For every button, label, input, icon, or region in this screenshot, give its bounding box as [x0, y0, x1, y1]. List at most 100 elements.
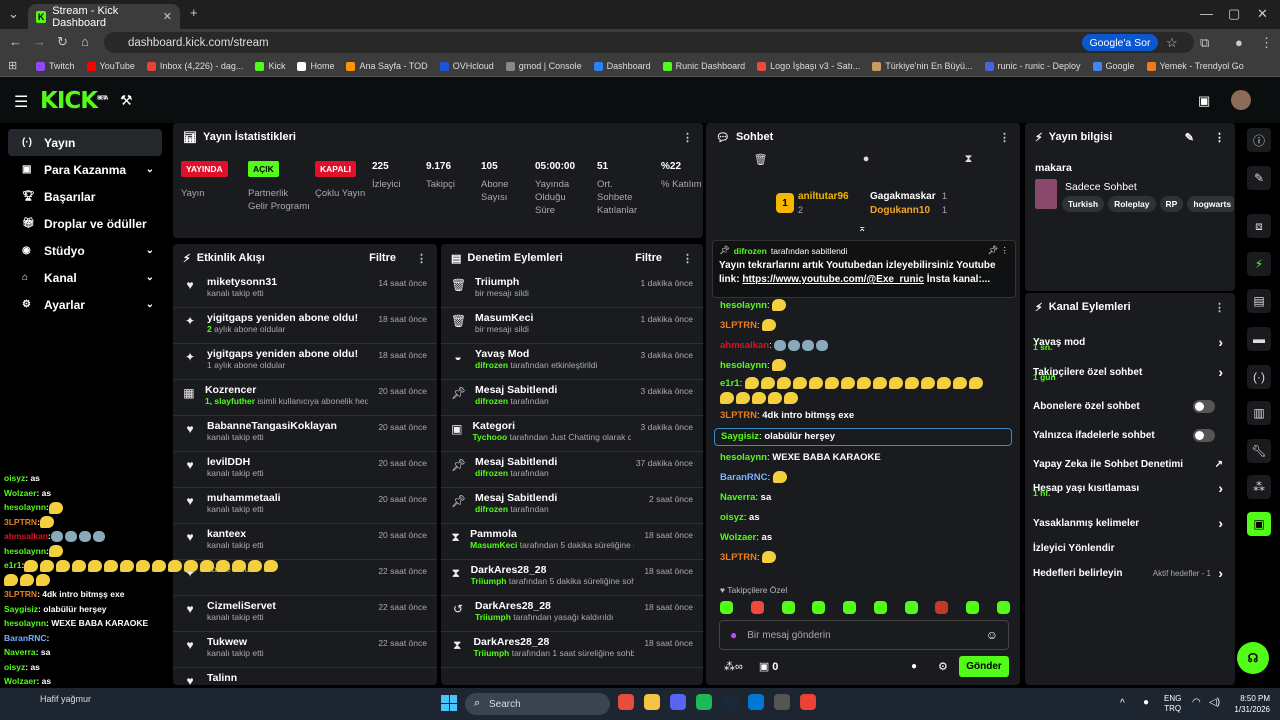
info-icon[interactable]: ⓘ — [1238, 128, 1280, 152]
chat-username[interactable]: Wolzaer — [720, 532, 756, 543]
stream-tag[interactable]: hogwarts — [1187, 196, 1234, 212]
apps-grid-icon[interactable]: ⊞ — [8, 59, 17, 72]
bookmark-item[interactable]: Logo İşbaşı v3 - Satı... — [757, 61, 860, 71]
chat-settings-bubble-icon[interactable]: ● — [911, 661, 917, 672]
channel-action-item[interactable]: Yalnızca ifadelerle sohbet — [1033, 422, 1227, 448]
activity-menu-icon[interactable]: ⋮ — [416, 252, 427, 265]
leader-name[interactable]: aniltutar96 — [798, 191, 849, 202]
wifi-icon[interactable]: ◠ — [1192, 697, 1201, 708]
kick-logo[interactable]: KICKBETA — [40, 88, 108, 114]
channel-action-item[interactable]: Hedefleri belirleyin Aktif hedefler - 1 › — [1033, 560, 1227, 586]
emoji-icon[interactable]: ☺ — [986, 628, 998, 642]
moderation-filter-button[interactable]: Filtre — [635, 252, 662, 264]
chat-icon[interactable]: ▬ — [1238, 327, 1280, 351]
language-indicator[interactable]: ENG TRQ — [1164, 694, 1181, 714]
list-item[interactable]: ↺ DarkAres28_28 Triiumph tarafından yasağı… — [441, 596, 703, 632]
rewards-icon[interactable]: ⁂∞ — [724, 660, 743, 673]
layers-icon[interactable]: ▥ — [1238, 401, 1280, 425]
list-item[interactable]: 📌︎ Mesaj Sabitlendi difrozen tarafından 2 s… — [441, 488, 703, 524]
tray-mic-icon[interactable]: ● — [1143, 697, 1149, 708]
chat-message[interactable]: e1r1: — [706, 376, 1020, 406]
chat-message[interactable]: Naverra: sa — [706, 488, 1020, 508]
channel-action-item[interactable]: Yapay Zeka ile Sohbet Denetimi ↗ — [1033, 451, 1227, 477]
channel-actions-menu-icon[interactable]: ⋮ — [1214, 301, 1225, 314]
creator-tools-icon[interactable]: ▣ — [1198, 93, 1210, 109]
chat-username[interactable]: oisyz — [720, 512, 744, 523]
channel-action-item[interactable]: Abonelere özel sohbet — [1033, 393, 1227, 419]
leader-name[interactable]: Gagakmaskar — [870, 191, 936, 202]
chat-username[interactable]: 3LPTRN — [720, 552, 757, 563]
chat-menu-icon[interactable]: ⋮ — [999, 131, 1010, 144]
channel-action-item[interactable]: Takipçilere özel sohbet 1 gün › — [1033, 359, 1227, 385]
sidebar-item-yayın[interactable]: (·) Yayın — [8, 129, 162, 156]
dots-cluster-icon[interactable]: ⁂ — [1238, 475, 1280, 499]
channel-action-item[interactable]: Yavaş mod 1 sn. › — [1033, 329, 1227, 355]
reload-icon[interactable]: ↻ — [57, 34, 68, 50]
category-name[interactable]: Sadece Sohbet — [1065, 181, 1137, 193]
chat-trash-icon[interactable]: 🗑︎ — [754, 153, 768, 177]
emote-icon[interactable] — [843, 601, 857, 614]
chat-username[interactable]: BaranRNC — [720, 472, 768, 483]
crop-icon[interactable]: ⧈ — [1238, 214, 1280, 238]
bookmark-item[interactable]: Runic Dashboard — [662, 61, 745, 71]
google-ask-button[interactable]: Google'a Sor — [1082, 34, 1158, 51]
emote-icon[interactable] — [812, 601, 826, 614]
list-item[interactable]: ♥ BabanneTangasiKoklayan kanalı takip etti… — [173, 416, 437, 452]
taskbar-app-icon[interactable] — [722, 694, 738, 710]
stats-menu-icon[interactable]: ⋮ — [682, 131, 693, 144]
clock[interactable]: 8:50 PM 1/31/2026 — [1226, 693, 1270, 715]
leaderboard-collapse-icon[interactable]: ⌅ — [858, 223, 866, 234]
avatar[interactable] — [1231, 90, 1251, 110]
bookmark-item[interactable]: OVHcloud — [439, 61, 494, 71]
chat-username[interactable]: hesolaynn — [720, 360, 767, 371]
list-item[interactable]: 🗑︎ MasumKeci bir mesajı sildi 1 dakika önce — [441, 308, 703, 344]
stream-tag[interactable]: Roleplay — [1108, 196, 1156, 212]
list-item[interactable]: ⧗ DarkAres28_28 Triiumph tarafından 1 saat… — [441, 632, 703, 668]
edit-pencil-icon[interactable]: ✎ — [1185, 131, 1194, 144]
bookmark-item[interactable]: Home — [297, 61, 334, 71]
window-close-icon[interactable]: ✕ — [1257, 6, 1268, 22]
chat-message[interactable]: hesolaynn: — [706, 356, 1020, 376]
chat-input[interactable]: ● Bir mesaj gönderin ☺ — [719, 620, 1009, 650]
bookmark-item[interactable]: Inbox (4,226) - dag... — [146, 61, 243, 71]
taskbar-app-icon[interactable] — [696, 694, 712, 710]
extensions-icon[interactable]: ⧉ — [1200, 35, 1209, 51]
sidebar-item-para-kazanma[interactable]: ▣ Para Kazanma ⌄ — [8, 156, 162, 183]
broadcast-icon[interactable]: (·) — [1238, 365, 1280, 389]
chat-gear-icon[interactable]: ⚙ — [938, 660, 948, 673]
browser-menu-icon[interactable]: ⋮ — [1260, 35, 1273, 51]
home-icon[interactable]: ⌂ — [81, 34, 89, 49]
clipboard-icon[interactable]: ▤ — [1238, 289, 1280, 313]
chat-username[interactable]: ahmsalkan — [720, 340, 769, 351]
green-app-icon[interactable]: ▣ — [1238, 512, 1280, 536]
emote-icon[interactable] — [966, 601, 980, 614]
sidebar-item-droplar-ve-ödüller[interactable]: 🎁︎ Droplar ve ödüller — [8, 210, 162, 237]
taskbar-app-icon[interactable] — [774, 694, 790, 710]
minimize-icon[interactable]: — — [1200, 6, 1213, 21]
profile-icon[interactable]: ● — [1235, 35, 1243, 50]
bookmark-item[interactable]: YouTube — [86, 61, 135, 71]
weather-widget[interactable]: Hafif yağmur — [40, 694, 91, 704]
list-item[interactable]: 📌︎ Mesaj Sabitlendi difrozen tarafından 3 d… — [441, 380, 703, 416]
stream-tag[interactable]: RP — [1159, 196, 1184, 212]
tray-chevron-icon[interactable]: ^ — [1120, 698, 1125, 709]
sidebar-item-ayarlar[interactable]: ⚙ Ayarlar ⌄ — [8, 291, 162, 318]
chat-message[interactable]: 3LPTRN: 4dk intro bitmşş exe — [706, 406, 1020, 426]
maximize-icon[interactable]: ▢ — [1228, 6, 1240, 22]
support-headset-icon[interactable]: ☊ — [1237, 642, 1269, 674]
list-item[interactable]: ✦ yigitgaps yeniden abone oldu! 2 aylık ab… — [173, 308, 437, 344]
taskbar-app-icon[interactable] — [800, 694, 816, 710]
chat-username[interactable]: 3LPTRN — [720, 320, 757, 331]
sidebar-item-stüdyo[interactable]: ◉ Stüdyo ⌄ — [8, 237, 162, 264]
chat-message[interactable]: ahmsalkan: — [706, 336, 1020, 356]
list-item[interactable]: ⧗ DarkAres28_28 Triiumph tarafından 5 daki… — [441, 560, 703, 596]
pencil-icon[interactable]: ✎ — [1238, 166, 1280, 190]
chat-username[interactable]: e1r1 — [720, 378, 740, 389]
channel-action-item[interactable]: Hesap yaşı kısıtlaması 1 hf. › — [1033, 475, 1227, 501]
chat-username[interactable]: 3LPTRN — [720, 410, 757, 421]
url-field[interactable]: dashboard.kick.com/stream — [104, 32, 1194, 53]
activity-filter-button[interactable]: Filtre — [369, 252, 396, 264]
chat-username[interactable]: Saygisiz — [721, 431, 759, 442]
toggle-switch[interactable] — [1193, 399, 1215, 413]
hamburger-menu-icon[interactable]: ☰ — [14, 92, 28, 112]
